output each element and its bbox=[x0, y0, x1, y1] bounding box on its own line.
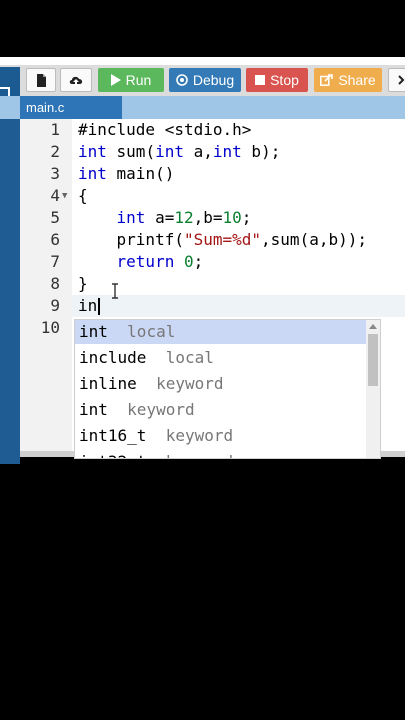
line-number: 7 bbox=[50, 252, 60, 271]
code-line: 5 int a=12,b=10; bbox=[20, 207, 405, 229]
debug-label: Debug bbox=[192, 72, 235, 88]
autocomplete-item[interactable]: int keyword bbox=[75, 398, 367, 422]
share-button[interactable]: Share bbox=[314, 68, 382, 92]
fold-arrow-icon[interactable]: ▼ bbox=[62, 191, 67, 201]
code-line: 7 return 0; bbox=[20, 251, 405, 273]
code-text: #include <stdio.h> bbox=[78, 120, 252, 139]
autocomplete-scrollbar[interactable] bbox=[366, 320, 380, 458]
completion-meta: local bbox=[127, 322, 176, 341]
chevron-icon bbox=[398, 75, 405, 85]
upload-icon bbox=[69, 76, 83, 86]
completion-word: int16_t bbox=[79, 426, 147, 445]
completion-meta: keyword bbox=[166, 452, 233, 458]
completion-word: int bbox=[79, 322, 108, 341]
completion-word: int bbox=[79, 400, 108, 419]
left-sidebar bbox=[0, 119, 20, 464]
scroll-up-icon[interactable] bbox=[369, 324, 377, 329]
scrollbar-thumb[interactable] bbox=[368, 334, 378, 386]
autocomplete-item[interactable]: inline keyword bbox=[75, 372, 367, 396]
code-text-active: in bbox=[78, 295, 101, 317]
stop-label: Stop bbox=[270, 72, 299, 88]
text-cursor bbox=[98, 298, 101, 315]
code-line-active: 9 in bbox=[20, 295, 405, 317]
code-line: 8 } bbox=[20, 273, 405, 295]
line-number: 8 bbox=[50, 274, 60, 293]
line-number: 3 bbox=[50, 164, 60, 183]
tab-main-c[interactable]: main.c bbox=[20, 96, 122, 119]
share-label: Share bbox=[338, 72, 376, 88]
code-text: } bbox=[78, 274, 88, 293]
debug-icon bbox=[176, 74, 188, 86]
completion-meta: keyword bbox=[165, 426, 234, 445]
code-line: 6 printf("Sum=%d",sum(a,b)); bbox=[20, 229, 405, 251]
autocomplete-item[interactable]: include local bbox=[75, 346, 367, 370]
line-number: 5 bbox=[50, 208, 60, 227]
autocomplete-item[interactable]: int16_t keyword bbox=[75, 424, 367, 448]
code-text: int a=12,b=10; bbox=[116, 208, 252, 227]
code-line: 4 ▼ { bbox=[20, 185, 405, 207]
run-button[interactable]: Run bbox=[98, 68, 164, 92]
code-line: 2 int sum(int a,int b); bbox=[20, 141, 405, 163]
line-number: 2 bbox=[50, 142, 60, 161]
completion-meta: local bbox=[165, 348, 214, 367]
line-number: 9 bbox=[50, 296, 60, 315]
completion-meta: keyword bbox=[127, 400, 195, 419]
stop-button[interactable]: Stop bbox=[246, 68, 308, 92]
stop-icon bbox=[255, 75, 266, 85]
code-text: { bbox=[78, 186, 88, 205]
code-line: 3 int main() bbox=[20, 163, 405, 185]
play-icon bbox=[110, 74, 121, 86]
code-text: int main() bbox=[78, 164, 175, 183]
code-text: printf("Sum=%d",sum(a,b)); bbox=[78, 230, 367, 249]
new-file-button[interactable] bbox=[26, 68, 56, 92]
ibeam-cursor-icon bbox=[112, 283, 118, 299]
more-button[interactable] bbox=[388, 68, 405, 92]
completion-meta: keyword bbox=[156, 374, 224, 393]
line-number: 1 bbox=[50, 120, 60, 139]
line-number: 6 bbox=[50, 230, 60, 249]
typed-text: in bbox=[78, 296, 98, 315]
upload-button[interactable] bbox=[60, 68, 92, 92]
run-label: Run bbox=[125, 72, 152, 88]
completion-word: inline bbox=[79, 374, 137, 393]
autocomplete-popup: int local include local inline keyword i… bbox=[74, 319, 381, 459]
code-text: return 0; bbox=[116, 252, 204, 271]
active-line-highlight bbox=[72, 295, 405, 317]
line-number: 10 bbox=[40, 318, 60, 337]
debug-button[interactable]: Debug bbox=[169, 68, 241, 92]
code-line: 1 #include <stdio.h> bbox=[20, 119, 405, 141]
line-number: 4 bbox=[50, 186, 60, 205]
completion-word: include bbox=[79, 348, 147, 367]
file-icon bbox=[36, 73, 46, 87]
share-icon bbox=[320, 74, 334, 86]
completion-word: int32_t bbox=[79, 452, 146, 458]
autocomplete-item[interactable]: int local bbox=[75, 320, 367, 344]
code-text: int sum(int a,int b); bbox=[78, 142, 281, 161]
autocomplete-item[interactable]: int32_t keyword bbox=[75, 450, 367, 458]
